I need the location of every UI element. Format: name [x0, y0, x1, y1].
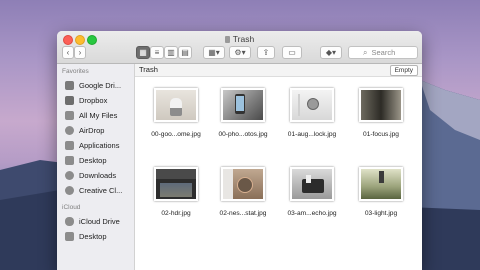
- window-title: Trash: [57, 34, 422, 44]
- sidebar-item-desktop[interactable]: Desktop: [57, 153, 134, 168]
- file-name: 01-aug...lock.jpg: [287, 131, 337, 138]
- action-button[interactable]: ⚙▾: [229, 46, 251, 59]
- search-field[interactable]: ⌕ Search: [348, 46, 418, 59]
- file-item[interactable]: 03-am...echo.jpg: [277, 167, 347, 217]
- finder-window: Trash ‹ › ▦ ≡ ▥ ▤ ▦▾ ⚙▾ ⇪ ▭ ◆▾ ⌕ Search …: [57, 31, 422, 270]
- sidebar-heading-icloud: iCloud: [62, 204, 81, 211]
- sidebar-item-icloud-desktop[interactable]: Desktop: [57, 229, 134, 244]
- image-thumbnail: [359, 167, 403, 201]
- sidebar-item-applications[interactable]: Applications: [57, 138, 134, 153]
- arrange-grid-icon: ▦▾: [208, 48, 220, 57]
- arrange-button[interactable]: ▦▾: [203, 46, 225, 59]
- file-name: 02-nes...stat.jpg: [219, 210, 267, 217]
- file-item[interactable]: 02-nes...stat.jpg: [208, 167, 278, 217]
- forward-button[interactable]: ›: [74, 46, 86, 59]
- column-view-button[interactable]: ▥: [164, 46, 178, 59]
- titlebar: Trash ‹ › ▦ ≡ ▥ ▤ ▦▾ ⚙▾ ⇪ ▭ ◆▾ ⌕ Search: [57, 31, 422, 64]
- file-item[interactable]: 00-goo...ome.jpg: [141, 88, 211, 138]
- dropbox-icon: [65, 96, 74, 105]
- icon-view-button[interactable]: ▦: [136, 46, 150, 59]
- creative-cloud-icon: [65, 186, 74, 195]
- chevron-left-icon: ‹: [66, 48, 70, 57]
- path-bar: Trash Empty: [135, 64, 422, 77]
- file-item[interactable]: 01-focus.jpg: [346, 88, 416, 138]
- search-icon: ⌕: [363, 47, 368, 57]
- sidebar: Favorites Google Dri... Dropbox All My F…: [57, 64, 135, 270]
- file-name: 00-pho...otos.jpg: [218, 131, 268, 138]
- columns-icon: ▥: [167, 48, 175, 57]
- sidebar-item-dropbox[interactable]: Dropbox: [57, 93, 134, 108]
- file-item[interactable]: 01-aug...lock.jpg: [277, 88, 347, 138]
- grid-icon: ▦: [139, 48, 147, 57]
- sidebar-item-all-my-files[interactable]: All My Files: [57, 108, 134, 123]
- file-name: 03-light.jpg: [364, 210, 398, 217]
- share-icon: ⇪: [262, 48, 270, 57]
- sidebar-item-airdrop[interactable]: AirDrop: [57, 123, 134, 138]
- empty-trash-button[interactable]: Empty: [389, 65, 418, 76]
- dropbox-toolbar-button[interactable]: ◆▾: [320, 46, 342, 59]
- file-name: 02-hdr.jpg: [161, 210, 191, 217]
- image-thumbnail: [290, 167, 334, 201]
- path-bar-label: Trash: [139, 65, 158, 74]
- sidebar-item-downloads[interactable]: Downloads: [57, 168, 134, 183]
- list-icon: ≡: [154, 48, 160, 57]
- gear-icon: ⚙▾: [234, 48, 246, 57]
- desktop-icon: [65, 232, 74, 241]
- image-thumbnail: [221, 167, 265, 201]
- gallery-icon: ▤: [181, 48, 189, 57]
- airdrop-icon: [65, 126, 74, 135]
- all-files-icon: [65, 111, 74, 120]
- chevron-right-icon: ›: [78, 48, 82, 57]
- file-item[interactable]: 03-light.jpg: [346, 167, 416, 217]
- sidebar-item-creative-cloud[interactable]: Creative Cl...: [57, 183, 134, 198]
- search-placeholder: Search: [371, 48, 396, 57]
- image-thumbnail: [154, 88, 198, 122]
- back-button[interactable]: ‹: [62, 46, 74, 59]
- image-thumbnail: [154, 167, 198, 201]
- file-area: Trash Empty 00-goo...ome.jpg 00-pho...ot…: [135, 64, 422, 270]
- applications-icon: [65, 141, 74, 150]
- file-name: 00-goo...ome.jpg: [151, 131, 201, 138]
- tag-icon: ▭: [288, 48, 296, 57]
- image-thumbnail: [290, 88, 334, 122]
- sidebar-item-google-drive[interactable]: Google Dri...: [57, 78, 134, 93]
- dropbox-icon: ◆▾: [325, 48, 337, 57]
- image-thumbnail: [359, 88, 403, 122]
- sidebar-heading-favorites: Favorites: [62, 68, 89, 75]
- file-name: 03-am...echo.jpg: [287, 210, 337, 217]
- trash-icon: [224, 36, 230, 43]
- file-item[interactable]: 02-hdr.jpg: [141, 167, 211, 217]
- file-item[interactable]: 00-pho...otos.jpg: [208, 88, 278, 138]
- downloads-icon: [65, 171, 74, 180]
- tags-button[interactable]: ▭: [282, 46, 302, 59]
- icloud-icon: [65, 217, 74, 226]
- desktop-icon: [65, 156, 74, 165]
- share-button[interactable]: ⇪: [257, 46, 275, 59]
- list-view-button[interactable]: ≡: [150, 46, 164, 59]
- google-drive-icon: [65, 81, 74, 90]
- gallery-view-button[interactable]: ▤: [178, 46, 192, 59]
- file-name: 01-focus.jpg: [363, 131, 399, 138]
- image-thumbnail: [221, 88, 265, 122]
- sidebar-item-icloud-drive[interactable]: iCloud Drive: [57, 214, 134, 229]
